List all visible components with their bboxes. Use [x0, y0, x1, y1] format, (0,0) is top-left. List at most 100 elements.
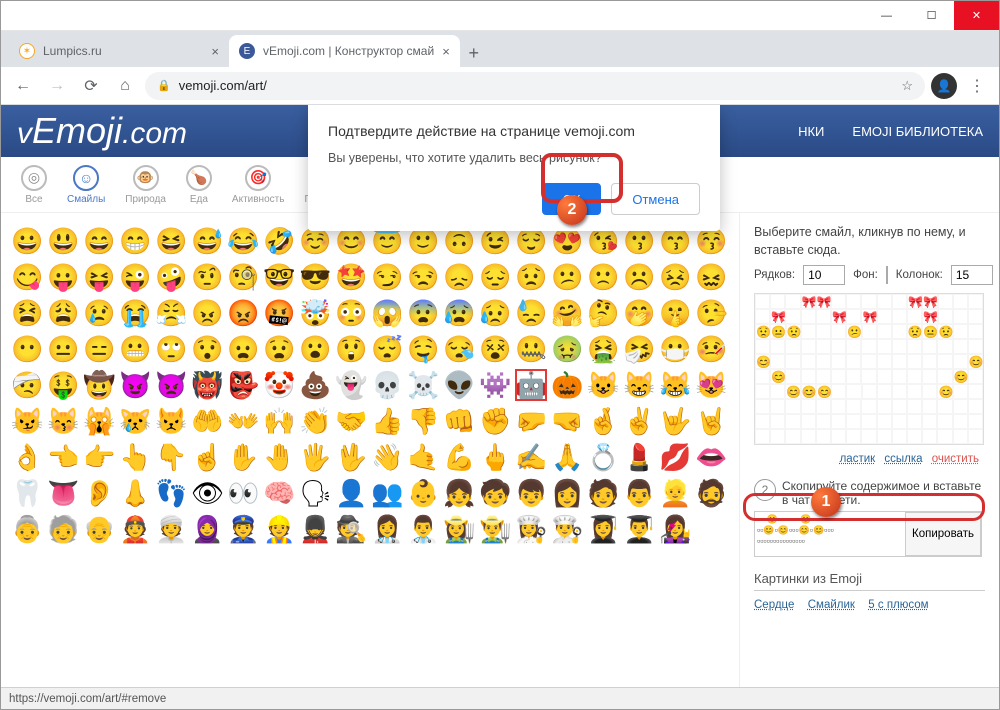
canvas-cell[interactable] [968, 339, 983, 354]
canvas-cell[interactable] [755, 429, 770, 444]
canvas-cell[interactable] [755, 339, 770, 354]
canvas-cell[interactable] [770, 339, 785, 354]
canvas-cell[interactable] [816, 339, 831, 354]
canvas-cell[interactable]: 😊 [755, 354, 770, 369]
emoji-cell[interactable]: 😴 [371, 333, 403, 365]
window-min-button[interactable]: — [864, 1, 909, 30]
emoji-cell[interactable]: 👨‍⚕️ [407, 513, 439, 545]
canvas-cell[interactable]: 😊 [801, 384, 816, 399]
canvas-cell[interactable] [953, 399, 968, 414]
canvas-cell[interactable] [770, 294, 785, 309]
emoji-cell[interactable]: 🤥 [695, 297, 727, 329]
canvas-cell[interactable] [770, 399, 785, 414]
category-Природа[interactable]: 🐵Природа [125, 165, 166, 205]
pic-link[interactable]: Сердце [754, 599, 794, 611]
emoji-cell[interactable]: 👊 [443, 405, 475, 437]
canvas-cell[interactable] [801, 309, 816, 324]
canvas-cell[interactable]: 😊 [770, 369, 785, 384]
canvas-cell[interactable] [877, 399, 892, 414]
emoji-cell[interactable]: 🤪 [155, 261, 187, 293]
canvas-cell[interactable] [755, 384, 770, 399]
canvas-cell[interactable] [801, 369, 816, 384]
canvas-cell[interactable] [816, 369, 831, 384]
emoji-cell[interactable]: 😮 [299, 333, 331, 365]
canvas-cell[interactable] [907, 339, 922, 354]
emoji-cell[interactable]: 😢 [83, 297, 115, 329]
canvas-cell[interactable] [907, 414, 922, 429]
canvas-cell[interactable] [846, 309, 861, 324]
emoji-cell[interactable]: 👌 [11, 441, 43, 473]
canvas-cell[interactable] [922, 369, 937, 384]
emoji-cell[interactable]: 🤠 [83, 369, 115, 401]
canvas-cell[interactable] [831, 369, 846, 384]
canvas-cell[interactable] [968, 309, 983, 324]
emoji-cell[interactable]: 🧔 [695, 477, 727, 509]
canvas-cell[interactable] [877, 384, 892, 399]
emoji-cell[interactable]: 😹 [659, 369, 691, 401]
canvas-cell[interactable] [877, 324, 892, 339]
emoji-cell[interactable]: 🤬 [263, 297, 295, 329]
emoji-cell[interactable]: 😎 [299, 261, 331, 293]
emoji-cell[interactable]: 💋 [659, 441, 691, 473]
canvas-cell[interactable] [892, 309, 907, 324]
emoji-cell[interactable]: 🤚 [263, 441, 295, 473]
emoji-cell[interactable]: 🧕 [191, 513, 223, 545]
canvas-cell[interactable] [770, 414, 785, 429]
canvas-cell[interactable] [892, 324, 907, 339]
canvas-cell[interactable]: 🎀 [816, 294, 831, 309]
canvas-cell[interactable] [907, 429, 922, 444]
canvas-cell[interactable] [861, 429, 876, 444]
canvas-cell[interactable] [801, 414, 816, 429]
canvas-cell[interactable]: 😕 [846, 324, 861, 339]
canvas-cell[interactable] [846, 399, 861, 414]
emoji-cell[interactable]: 👎 [407, 405, 439, 437]
canvas-cell[interactable] [861, 294, 876, 309]
emoji-cell[interactable]: 👄 [695, 441, 727, 473]
emoji-cell[interactable]: 😥 [479, 297, 511, 329]
canvas-cell[interactable] [877, 339, 892, 354]
emoji-cell[interactable]: ☠️ [407, 369, 439, 401]
emoji-cell[interactable]: 😐 [47, 333, 79, 365]
emoji-cell[interactable]: 👏 [299, 405, 331, 437]
canvas-cell[interactable]: 🎀 [907, 294, 922, 309]
emoji-cell[interactable]: 💍 [587, 441, 619, 473]
canvas-cell[interactable] [953, 354, 968, 369]
canvas-cell[interactable] [968, 324, 983, 339]
emoji-cell[interactable]: 😛 [47, 261, 79, 293]
emoji-cell[interactable]: 💩 [299, 369, 331, 401]
canvas-cell[interactable] [846, 294, 861, 309]
canvas-cell[interactable]: 😐 [922, 324, 937, 339]
canvas-cell[interactable] [785, 309, 800, 324]
emoji-canvas[interactable]: 🎀🎀🎀🎀🎀🎀🎀🎀😟😐😟😕😟😐😟😊😊😊😊😊😊😊😊 [754, 293, 984, 445]
canvas-cell[interactable] [907, 309, 922, 324]
canvas-cell[interactable] [861, 414, 876, 429]
menu-button[interactable]: ⋮ [963, 72, 991, 100]
emoji-cell[interactable]: 😫 [11, 297, 43, 329]
canvas-cell[interactable] [877, 369, 892, 384]
emoji-cell[interactable]: 😻 [695, 369, 727, 401]
canvas-cell[interactable] [755, 414, 770, 429]
canvas-cell[interactable] [937, 414, 952, 429]
emoji-cell[interactable]: 😬 [119, 333, 151, 365]
canvas-cell[interactable] [785, 414, 800, 429]
canvas-cell[interactable] [922, 429, 937, 444]
bookmark-icon[interactable]: ☆ [901, 78, 913, 94]
canvas-cell[interactable] [846, 369, 861, 384]
emoji-cell[interactable]: 👋 [371, 441, 403, 473]
canvas-cell[interactable] [937, 369, 952, 384]
emoji-cell[interactable]: ✊ [479, 405, 511, 437]
canvas-cell[interactable] [861, 399, 876, 414]
emoji-cell[interactable]: 😏 [371, 261, 403, 293]
canvas-cell[interactable] [892, 384, 907, 399]
canvas-cell[interactable] [953, 429, 968, 444]
canvas-cell[interactable]: 😊 [953, 369, 968, 384]
canvas-cell[interactable] [892, 399, 907, 414]
canvas-cell[interactable] [953, 309, 968, 324]
window-max-button[interactable]: ☐ [909, 1, 954, 30]
canvas-cell[interactable] [968, 429, 983, 444]
emoji-cell[interactable]: 😨 [407, 297, 439, 329]
canvas-cell[interactable] [938, 309, 953, 324]
emoji-cell[interactable]: 🧑 [587, 477, 619, 509]
emoji-cell[interactable]: 💄 [623, 441, 655, 473]
canvas-cell[interactable] [801, 339, 816, 354]
